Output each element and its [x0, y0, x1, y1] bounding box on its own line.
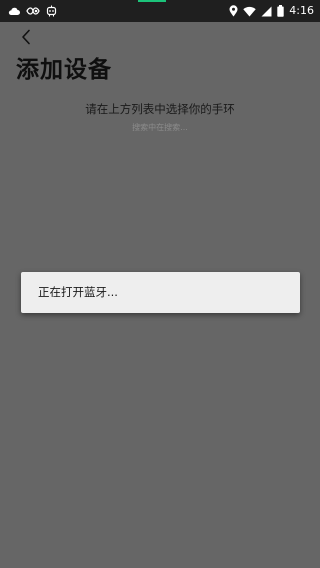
infinity-eye-icon: [26, 6, 40, 16]
status-accent-indicator: [138, 0, 166, 2]
back-button[interactable]: [14, 26, 38, 48]
signal-icon: [261, 6, 272, 17]
searching-status-text: 搜索中在搜索...: [132, 123, 188, 132]
chevron-left-icon: [21, 29, 31, 45]
cloud-icon: [8, 6, 20, 16]
screen: 4:16 添加设备 请在上方列表中选择你的手环 搜索中在搜索... 正在打开蓝牙…: [0, 0, 320, 568]
progress-dialog: 正在打开蓝牙...: [21, 272, 300, 313]
dialog-message: 正在打开蓝牙...: [38, 285, 118, 299]
instruction-text: 请在上方列表中选择你的手环: [85, 102, 235, 116]
status-system-icons: 4:16: [229, 2, 314, 20]
status-notification-icons: [8, 3, 57, 19]
robot-icon: [46, 5, 57, 17]
location-icon: [229, 5, 238, 17]
battery-icon: [277, 5, 284, 17]
status-time: 4:16: [289, 4, 314, 17]
page-title: 添加设备: [16, 57, 112, 83]
status-bar: 4:16: [0, 0, 320, 22]
wifi-icon: [243, 6, 256, 17]
